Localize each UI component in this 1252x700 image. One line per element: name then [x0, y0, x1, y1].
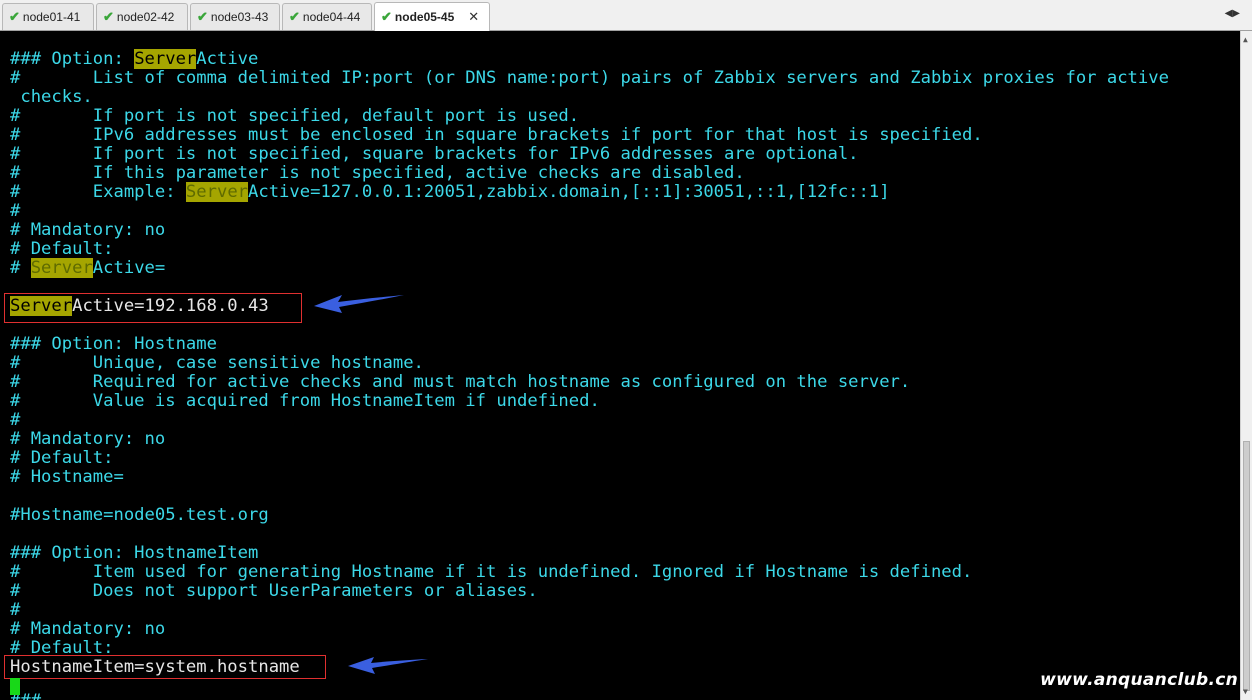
terminal-line: # Example: ServerActive=127.0.0.1:20051,… — [10, 182, 890, 202]
terminal-line: # If port is not specified, square brack… — [10, 144, 859, 164]
scroll-down-icon[interactable]: ▼ — [1243, 687, 1248, 696]
tab-node03-43[interactable]: ✔ node03-43 — [190, 3, 280, 30]
terminal-line: ### Option: Hostname — [10, 334, 217, 354]
terminal-line: # Default: — [10, 239, 114, 259]
vertical-scrollbar[interactable]: ▲ ▼ — [1240, 31, 1252, 700]
tab-label: node02-42 — [116, 10, 175, 24]
terminal-line: # Item used for generating Hostname if i… — [10, 562, 973, 582]
terminal-view[interactable]: ### Option: ServerActive # List of comma… — [0, 31, 1240, 700]
tab-node01-41[interactable]: ✔ node01-41 — [2, 3, 94, 30]
terminal-line: # IPv6 addresses must be enclosed in squ… — [10, 125, 983, 145]
terminal-line: # Mandatory: no — [10, 220, 166, 240]
terminal-line: # Required for active checks and must ma… — [10, 372, 911, 392]
terminal-line: ### Option: HostnameItem — [10, 543, 259, 563]
terminal-line: # ServerActive= — [10, 258, 166, 278]
connected-check-icon: ✔ — [103, 9, 114, 24]
tab-label: node01-41 — [22, 10, 81, 24]
tab-node02-42[interactable]: ✔ node02-42 — [96, 3, 188, 30]
tab-node05-45[interactable]: ✔ node05-45 ✕ — [374, 2, 490, 31]
tab-label: node05-45 — [394, 10, 455, 24]
terminal-line: # Hostname= — [10, 467, 124, 487]
tab-node04-44[interactable]: ✔ node04-44 — [282, 3, 372, 30]
search-match-highlight: Server — [185, 182, 249, 202]
terminal-line: # Mandatory: no — [10, 429, 166, 449]
terminal-line: #Hostname=node05.test.org — [10, 505, 269, 525]
connected-check-icon: ✔ — [381, 9, 392, 24]
terminal-line: # — [10, 201, 21, 221]
connected-check-icon: ✔ — [9, 9, 20, 24]
terminal-line: # Default: — [10, 448, 114, 468]
terminal-line: ### Option: ServerActive — [10, 49, 259, 69]
terminal-line: # Does not support UserParameters or ali… — [10, 581, 538, 601]
annotation-arrow-icon — [314, 295, 404, 313]
terminal-line: # — [10, 600, 21, 620]
text-cursor — [10, 678, 20, 695]
scroll-up-icon[interactable]: ▲ — [1243, 35, 1248, 44]
annotation-box — [4, 293, 302, 323]
terminal-line: # Value is acquired from HostnameItem if… — [10, 391, 600, 411]
close-tab-icon[interactable]: ✕ — [468, 9, 479, 25]
tab-label: node03-43 — [210, 10, 269, 24]
annotation-arrow-icon — [348, 657, 428, 674]
terminal-line: # If port is not specified, default port… — [10, 106, 580, 126]
connected-check-icon: ✔ — [289, 9, 300, 24]
terminal-line: # Unique, case sensitive hostname. — [10, 353, 424, 373]
terminal-line: # — [10, 410, 21, 430]
connected-check-icon: ✔ — [197, 9, 208, 24]
tab-scroll-arrows-icon[interactable]: ◀▶ — [1225, 8, 1240, 19]
terminal-line: # List of comma delimited IP:port (or DN… — [10, 68, 1169, 88]
search-match-highlight: Server — [30, 258, 93, 278]
tab-label: node04-44 — [302, 10, 361, 24]
terminal-line: checks. — [10, 87, 93, 107]
scroll-thumb[interactable] — [1243, 441, 1250, 691]
terminal-line: # If this parameter is not specified, ac… — [10, 163, 745, 183]
annotation-box — [4, 655, 326, 679]
search-match-highlight: Server — [134, 49, 197, 69]
tab-bar: ✔ node01-41 ✔ node02-42 ✔ node03-43 ✔ no… — [0, 0, 1252, 31]
terminal-line: # Mandatory: no — [10, 619, 166, 639]
watermark: www.anquanclub.cn — [1040, 670, 1238, 690]
